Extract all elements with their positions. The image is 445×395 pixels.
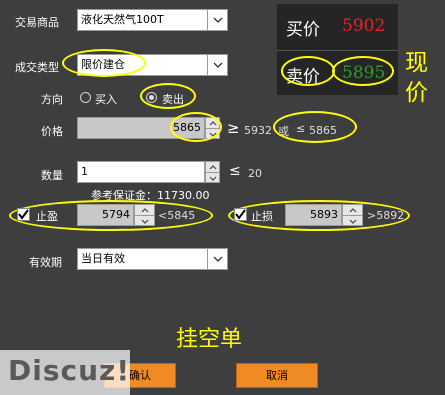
chevron-down-icon[interactable] [207,10,227,30]
checkmark-icon [235,209,246,220]
buy-price-label: 买价 [286,20,320,40]
stop-loss-checkbox[interactable] [234,208,247,221]
direction-buy-radio[interactable] [80,92,91,103]
chevron-down-icon[interactable] [207,55,227,75]
chevron-down-icon[interactable] [206,172,219,183]
stop-profit-stepper[interactable] [134,204,155,226]
stop-loss-limit: >5892 [367,209,405,222]
chevron-up-icon[interactable] [135,205,154,215]
quantity-value: 1 [81,165,88,178]
product-select-value: 液化天然气100T [81,13,164,26]
product-select[interactable]: 液化天然气100T [77,9,228,31]
chevron-up-icon[interactable] [343,205,362,215]
stop-profit-input[interactable]: 5794 [77,204,134,226]
watermark-logo: Discuz! [0,350,130,395]
buy-price-value: 5902 [342,16,386,36]
direction-sell-highlight [140,83,196,109]
chevron-down-icon[interactable] [135,215,154,226]
price-ge-value: 5932 [244,124,272,137]
price-label: 价格 [41,125,63,138]
validity-value: 当日有效 [81,252,125,265]
price-le-highlight [273,111,357,143]
watermark-text: Discuz! [8,354,131,387]
order-type-highlight [62,49,146,77]
margin-value: 11730.00 [157,189,210,202]
quantity-stepper[interactable] [205,161,220,183]
quantity-le-symbol: ≤ [229,163,241,179]
stop-profit-label: 止盈 [36,210,58,223]
validity-label: 有效期 [29,256,62,269]
validity-select[interactable]: 当日有效 [77,248,228,270]
product-label: 交易商品 [15,16,59,29]
chevron-down-icon[interactable] [343,215,362,226]
quantity-input[interactable]: 1 [77,161,205,183]
direction-label: 方向 [41,93,63,106]
stop-loss-input[interactable]: 5893 [285,204,342,226]
quantity-max: 20 [248,167,262,180]
sell-label-highlight [281,56,335,86]
price-ge-symbol: ≥ [227,119,240,137]
cancel-button[interactable]: 取消 [236,363,318,388]
checkmark-icon [18,209,29,220]
stop-loss-value: 5893 [310,208,338,221]
stop-profit-limit: <5845 [158,209,196,222]
buy-quote-row: 买价 5902 [277,4,398,51]
current-price-annotation: 现价 [405,50,428,106]
direction-buy-label[interactable]: 买入 [95,91,117,107]
order-type-label: 成交类型 [15,61,59,74]
chevron-up-icon[interactable] [206,162,219,172]
sell-price-highlight [332,56,394,86]
stop-loss-label: 止损 [251,210,273,223]
quantity-label: 数量 [41,169,63,182]
stop-profit-checkbox[interactable] [17,208,30,221]
chevron-down-icon[interactable] [207,249,227,269]
price-input-highlight [170,112,222,142]
stop-profit-value: 5794 [102,208,130,221]
stop-loss-stepper[interactable] [342,204,363,226]
pending-order-annotation: 挂空单 [176,327,243,352]
